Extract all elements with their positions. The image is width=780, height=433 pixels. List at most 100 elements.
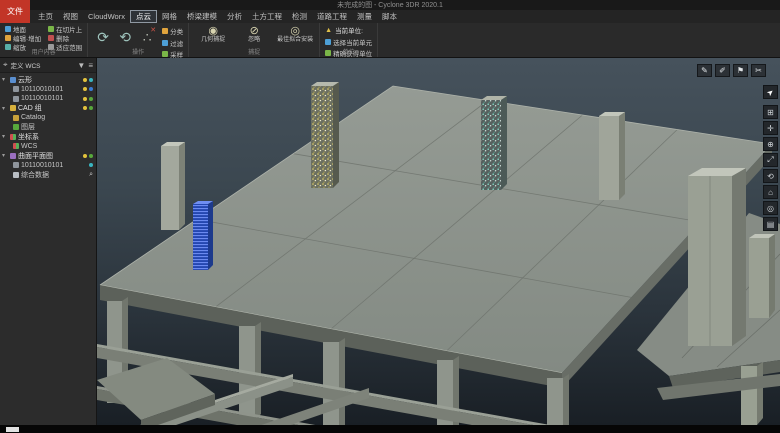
ribbon-group-snap: ◉几何捕捉 ⊘忽略 ◎最佳拟合安装 捕捉 <box>189 23 320 57</box>
refresh-button[interactable]: ⟳ <box>93 25 113 49</box>
ribbon-group-ops: ⟳ ⟲ ∴✕ 分类 过滤 采样 操作 <box>88 23 189 57</box>
status-dot <box>83 154 87 158</box>
tab-cloudworx[interactable]: CloudWorx <box>83 10 130 23</box>
column-right-stub[interactable] <box>749 234 775 318</box>
tab-road-engineering[interactable]: 道路工程 <box>312 10 352 23</box>
file-menu-button[interactable]: 文件 <box>0 0 30 23</box>
tab-survey[interactable]: 测量 <box>352 10 377 23</box>
status-dot <box>89 78 93 82</box>
zoom-region-icon: ⊞ <box>767 108 774 117</box>
status-bar <box>0 425 780 433</box>
delete-button[interactable]: 删除 <box>48 34 82 42</box>
target-button[interactable]: ◎ <box>763 201 778 215</box>
zoom-button[interactable]: ⊕ <box>763 137 778 151</box>
ribbon-group-user: 地面 在切片上 编辑·增加 删除 缩放 适应范围 用户内容 <box>0 23 88 57</box>
group-label-ops: 操作 <box>88 47 188 56</box>
wcs-icon[interactable]: ⌖ <box>3 60 8 70</box>
chevron-down-icon[interactable]: ▾ <box>2 152 8 159</box>
group-label-units: 单位 <box>320 47 377 56</box>
classify-button[interactable]: 分类 <box>162 26 183 36</box>
edit-add-button[interactable]: 编辑·增加 <box>5 34 41 42</box>
point-cloud-column-yellow[interactable] <box>311 82 339 188</box>
delete-points-button[interactable]: ∴✕ <box>137 25 157 49</box>
group-label-user: 用户内容 <box>0 47 87 56</box>
filter-icon <box>162 40 168 46</box>
tree-item-surface-plan-group[interactable]: ▾ 曲面平面图 <box>0 151 96 161</box>
delete-icon <box>48 35 54 41</box>
tab-inspection[interactable]: 检测 <box>287 10 312 23</box>
edit-icon <box>5 35 11 41</box>
on-slice-button[interactable]: 在切片上 <box>48 25 82 33</box>
tree-item-cloud-2[interactable]: 10110010101 <box>0 94 96 104</box>
tree-item-wcs[interactable]: WCS <box>0 142 96 152</box>
column-above-slab-right[interactable] <box>599 112 625 200</box>
box-icon <box>13 115 19 121</box>
status-dot <box>89 154 93 158</box>
window-title: 未完成的图 - Cyclone 3DR 2020.1 <box>337 0 443 10</box>
document-icon <box>13 172 19 178</box>
app-window: 文件 未完成的图 - Cyclone 3DR 2020.1 主页 视图 Clou… <box>0 0 780 433</box>
tree-item-layers[interactable]: 图层 <box>0 123 96 133</box>
surface-icon <box>10 153 16 159</box>
flag-tool-button[interactable]: ⚑ <box>733 64 748 77</box>
ground-button[interactable]: 地面 <box>5 25 41 33</box>
undo-icon: ⟲ <box>119 29 131 46</box>
project-tree-panel: ⌖ 定义 WCS ▼ ≡ ▾ 云形 10110010101 <box>0 58 97 425</box>
define-wcs-label: 定义 WCS <box>11 60 41 70</box>
cursor-select-button[interactable]: ➤ <box>763 85 778 99</box>
orbit-icon: ⟲ <box>767 172 774 181</box>
core-pier[interactable] <box>688 168 746 346</box>
orbit-button[interactable]: ⟲ <box>763 169 778 183</box>
ribbon-tab-strip: 主页 视图 CloudWorx 点云 网格 桥梁建模 分析 土方工程 检测 道路… <box>0 10 780 23</box>
tab-script[interactable]: 脚本 <box>377 10 402 23</box>
tab-analysis[interactable]: 分析 <box>222 10 247 23</box>
tree-item-cloud-1[interactable]: 10110010101 <box>0 85 96 95</box>
tab-pointcloud[interactable]: 点云 <box>130 10 157 23</box>
menu-icon[interactable]: ≡ <box>88 61 93 70</box>
pan-button[interactable]: ✛ <box>763 121 778 135</box>
point-cloud-column-teal[interactable] <box>481 96 507 190</box>
best-fit-button[interactable]: ◎最佳拟合安装 <box>276 25 314 44</box>
tree-item-catalog[interactable]: Catalog <box>0 113 96 123</box>
tree-item-combined-data[interactable]: 综合数据 ⌕ <box>0 170 96 180</box>
tree-item-clouds-group[interactable]: ▾ 云形 <box>0 75 96 85</box>
unit-select-icon <box>325 39 331 45</box>
undo-compute-button[interactable]: ⟲ <box>115 25 135 49</box>
fit-view-button[interactable]: ⤢ <box>763 153 778 167</box>
pencil-tool-button[interactable]: ✐ <box>715 64 730 77</box>
select-current-unit-button[interactable]: 选择当前单元 <box>325 37 372 47</box>
funnel-icon[interactable]: ▼ <box>77 61 85 70</box>
cut-tool-button[interactable]: ✂ <box>751 64 766 77</box>
tree-item-surface-1[interactable]: 10110010101 <box>0 161 96 171</box>
tab-earthworks[interactable]: 土方工程 <box>247 10 287 23</box>
home-view-button[interactable]: ⌂ <box>763 185 778 199</box>
selected-column[interactable] <box>193 201 213 270</box>
search-icon[interactable]: ⌕ <box>89 171 93 179</box>
ribbon: 地面 在切片上 编辑·增加 删除 缩放 适应范围 用户内容 ⟳ ⟲ ∴✕ 分类 … <box>0 23 780 58</box>
view-toolbar: ➤ ⊞ ✛ ⊕ ⤢ ⟲ ⌂ ◎ ▤ <box>763 85 778 231</box>
cloud-group-icon <box>10 77 16 83</box>
ignore-button[interactable]: ⊘忽略 <box>235 25 273 44</box>
tab-home[interactable]: 主页 <box>33 10 58 23</box>
zoom-region-button[interactable]: ⊞ <box>763 105 778 119</box>
tab-mesh[interactable]: 网格 <box>157 10 182 23</box>
pen-tool-button[interactable]: ✎ <box>697 64 712 77</box>
geometry-snap-button[interactable]: ◉几何捕捉 <box>194 25 232 44</box>
filter-button[interactable]: 过滤 <box>162 38 183 48</box>
chevron-down-icon[interactable]: ▾ <box>2 105 8 112</box>
chevron-down-icon[interactable]: ▾ <box>2 133 8 140</box>
tab-view[interactable]: 视图 <box>58 10 83 23</box>
tab-bridge-modeling[interactable]: 桥梁建模 <box>182 10 222 23</box>
viewport-3d[interactable]: ✎ ✐ ⚑ ✂ ➤ ⊞ ✛ ⊕ ⤢ ⟲ ⌂ ◎ ▤ <box>97 58 780 425</box>
close-icon: ✕ <box>150 26 156 34</box>
tree-item-cad-group[interactable]: ▾ CAD 组 <box>0 104 96 114</box>
column-above-slab-left[interactable] <box>161 142 185 230</box>
tree-item-coordinate-systems[interactable]: ▾ 坐标系 <box>0 132 96 142</box>
status-dot <box>89 163 93 167</box>
render-mode-button[interactable]: ▤ <box>763 217 778 231</box>
titlebar[interactable]: 未完成的图 - Cyclone 3DR 2020.1 <box>0 0 780 10</box>
status-dot <box>83 78 87 82</box>
annotation-toolbar: ✎ ✐ ⚑ ✂ <box>697 64 766 77</box>
home-view-icon: ⌂ <box>768 188 773 197</box>
chevron-down-icon[interactable]: ▾ <box>2 76 8 83</box>
